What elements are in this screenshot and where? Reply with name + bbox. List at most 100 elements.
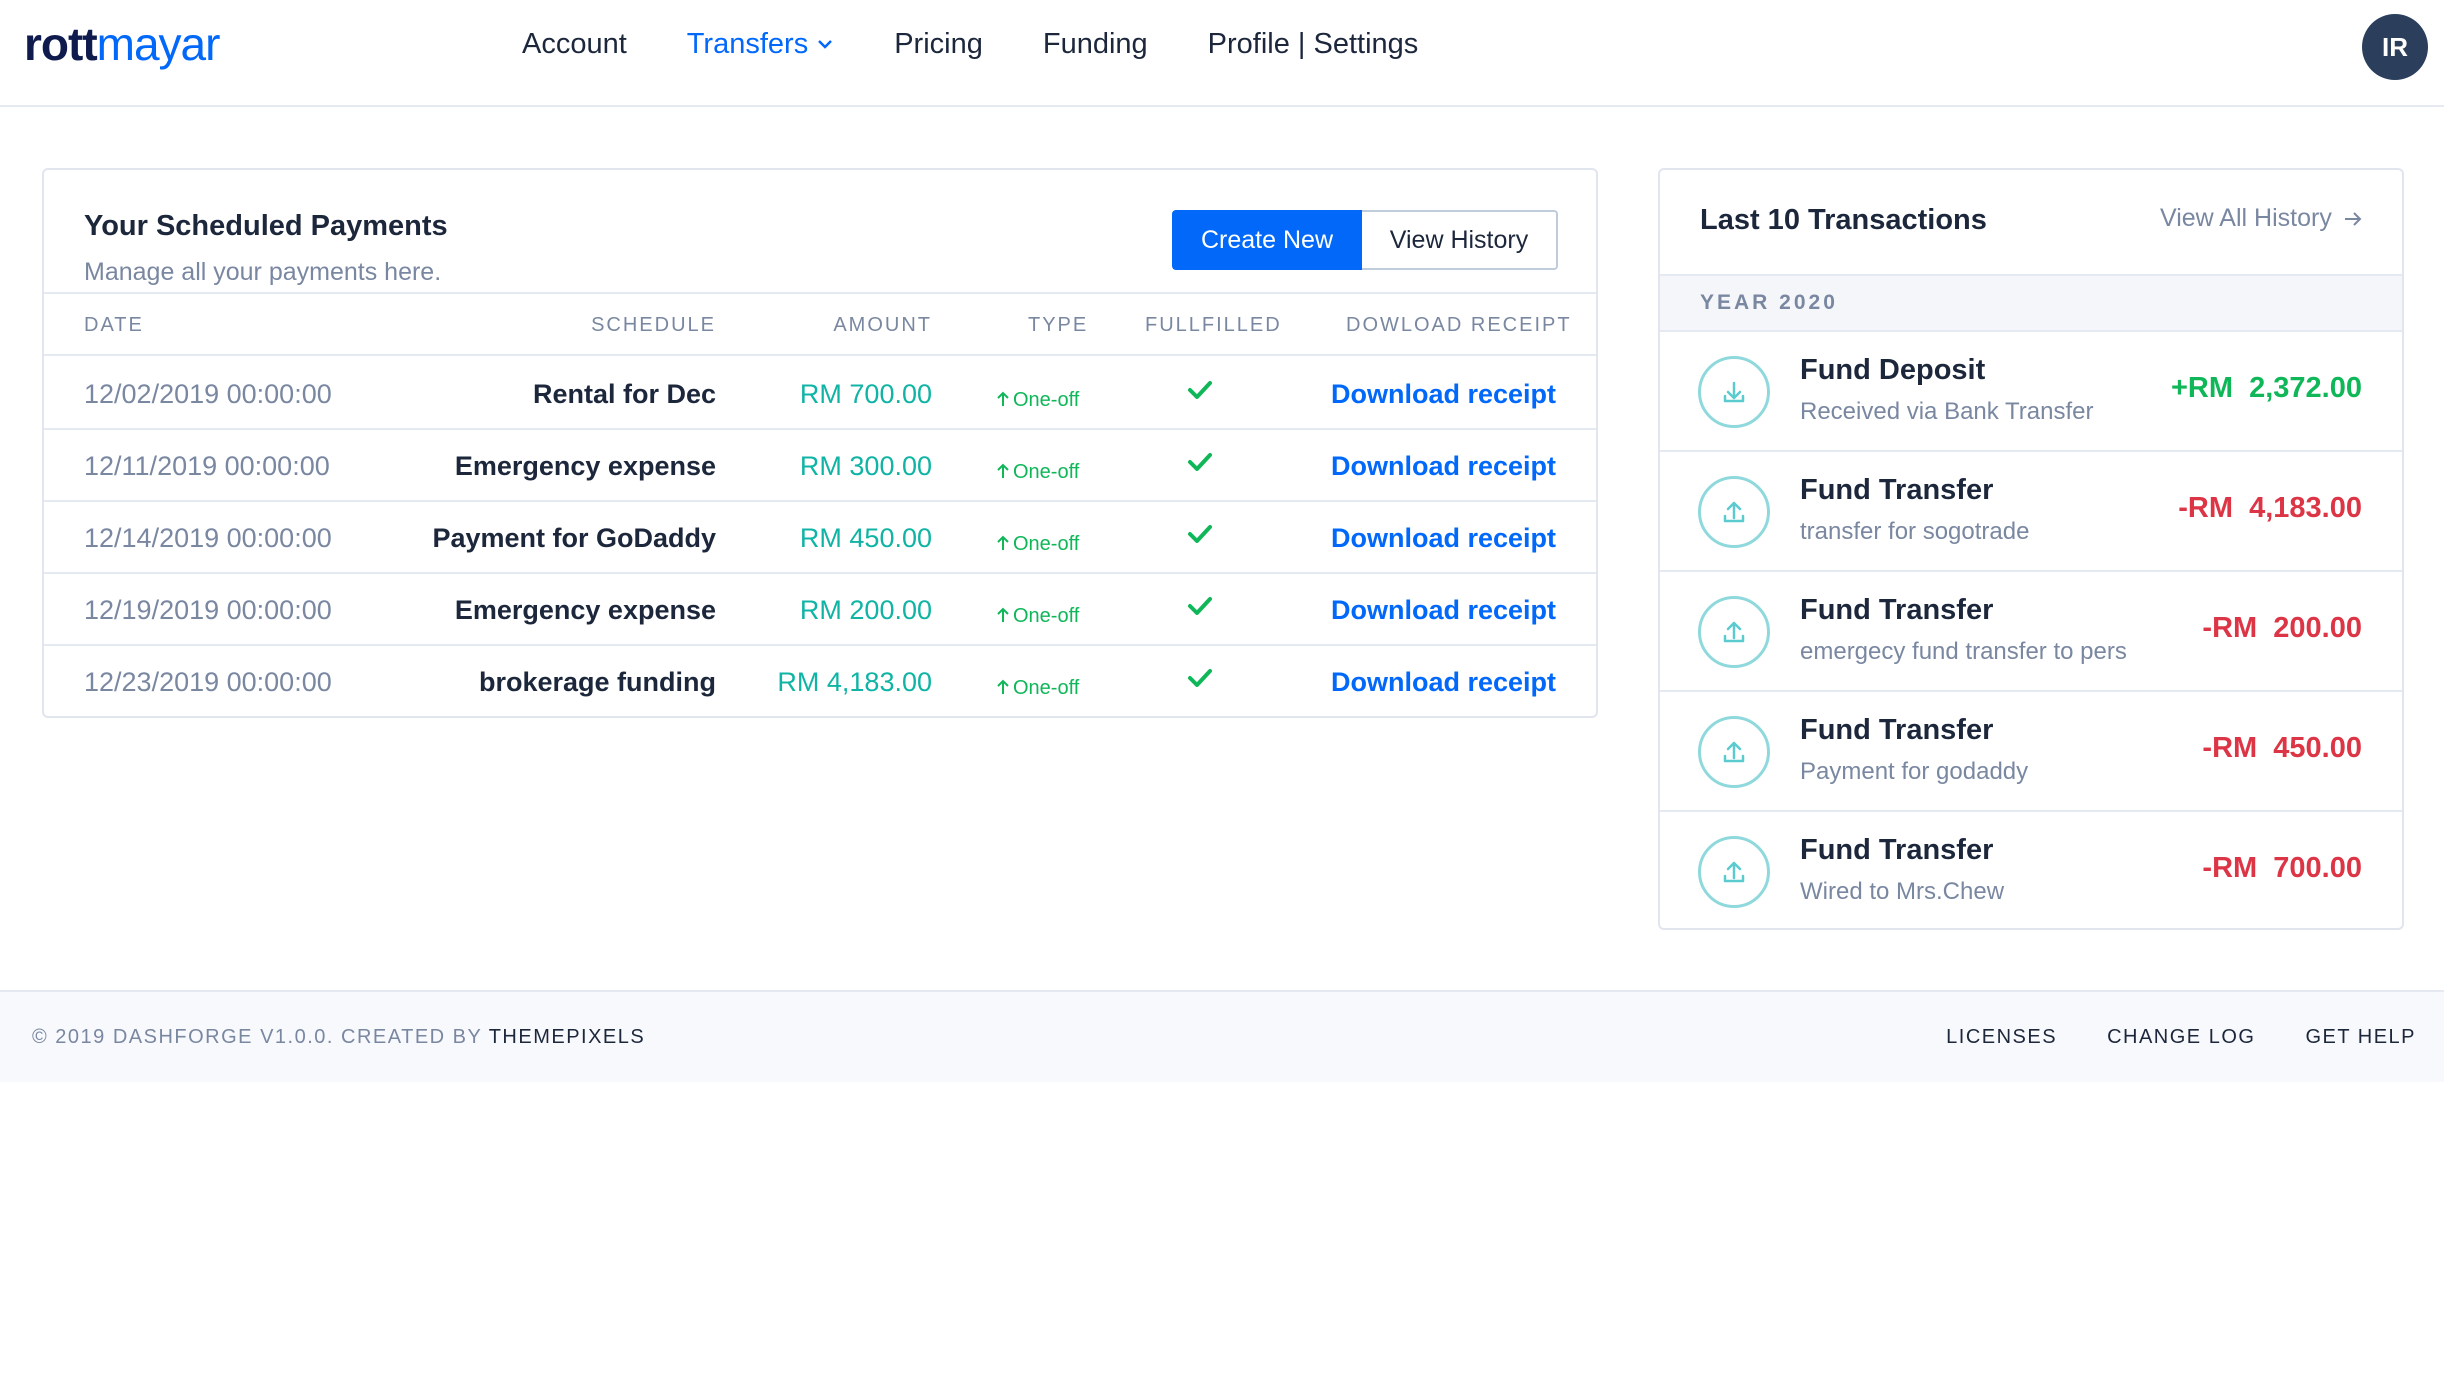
transaction-item[interactable]: Fund Deposit Received via Bank Transfer +R…	[1660, 332, 2402, 452]
row-schedule: brokerage funding	[478, 667, 716, 697]
row-date: 12/14/2019 00:00:00	[84, 523, 332, 553]
transaction-description: Payment for godaddy	[1800, 758, 2029, 785]
download-receipt-link[interactable]: Download receipt	[1331, 520, 1556, 556]
transaction-amount: -RM 4,183.00	[2178, 492, 2362, 524]
table-row: 12/23/2019 00:00:00 brokerage funding RM 4…	[44, 646, 1596, 718]
check-icon	[1186, 448, 1214, 485]
nav-item-pricing[interactable]: Pricing	[894, 24, 983, 64]
transaction-item[interactable]: Fund Transfer Payment for godaddy -RM 450.…	[1660, 692, 2402, 812]
user-avatar[interactable]: IR	[2362, 14, 2428, 80]
transaction-name: Fund Deposit	[1800, 354, 1986, 386]
row-type: One-off	[996, 526, 1079, 562]
table-row: 12/19/2019 00:00:00 Emergency expense RM 2…	[44, 574, 1596, 646]
arrow-up-icon	[997, 535, 1009, 550]
row-type: One-off	[996, 382, 1079, 418]
footer-link-licenses[interactable]: LICENSES	[1946, 1026, 2057, 1049]
transactions-card: Last 10 Transactions View All History YE…	[1658, 168, 2404, 930]
arrow-up-icon	[997, 391, 1009, 406]
row-type: One-off	[996, 454, 1079, 490]
table-row: 12/14/2019 00:00:00 Payment for GoDaddy RM…	[44, 502, 1596, 574]
column-header-receipt[interactable]: DOWLOAD RECEIPT	[1346, 314, 1572, 337]
row-type-label: One-off	[1013, 533, 1080, 555]
download-receipt-link[interactable]: Download receipt	[1331, 448, 1556, 484]
chevron-down-icon	[818, 40, 833, 49]
transactions-title: Last 10 Transactions	[1700, 204, 1987, 236]
check-icon	[1186, 592, 1214, 629]
scheduled-actions: Create New View History	[1172, 210, 1558, 270]
download-receipt-link[interactable]: Download receipt	[1331, 592, 1556, 628]
scheduled-payments-title: Your Scheduled Payments	[84, 210, 448, 242]
main-nav: Account Transfers Pricing Funding Profil…	[522, 24, 1478, 64]
check-icon	[1186, 664, 1214, 701]
view-all-history-link[interactable]: View All History	[2160, 204, 2364, 233]
row-schedule: Rental for Dec	[532, 379, 716, 409]
transaction-item[interactable]: Fund Transfer emergecy fund transfer to p…	[1660, 572, 2402, 692]
footer-link-change-log[interactable]: CHANGE LOG	[2107, 1026, 2255, 1049]
row-type: One-off	[996, 670, 1079, 706]
nav-item-profile-settings[interactable]: Profile | Settings	[1208, 24, 1419, 64]
row-date: 12/23/2019 00:00:00	[84, 667, 332, 697]
footer-creator-link[interactable]: THEMEPIXELS	[489, 1026, 646, 1048]
row-type: One-off	[996, 598, 1079, 634]
column-header-fulfilled[interactable]: FULLFILLED	[1145, 314, 1282, 337]
download-receipt-link[interactable]: Download receipt	[1331, 664, 1556, 700]
arrow-up-icon	[997, 463, 1009, 478]
transaction-description: Received via Bank Transfer	[1800, 398, 2094, 425]
upload-icon	[1698, 476, 1770, 548]
arrow-right-icon	[2344, 211, 2362, 226]
scheduled-payments-card: Your Scheduled Payments Manage all your …	[42, 168, 1598, 718]
row-amount: RM 300.00	[799, 451, 932, 481]
row-date: 12/11/2019 00:00:00	[84, 451, 330, 481]
row-schedule: Emergency expense	[454, 595, 716, 625]
transaction-description: emergecy fund transfer to pers	[1800, 638, 2127, 665]
row-date: 12/19/2019 00:00:00	[84, 595, 332, 625]
table-row: 12/02/2019 00:00:00 Rental for Dec RM 700.…	[44, 358, 1596, 430]
transaction-name: Fund Transfer	[1800, 594, 1994, 626]
row-type-label: One-off	[1013, 389, 1080, 411]
transaction-item[interactable]: Fund Transfer Wired to Mrs.Chew -RM 700.00	[1660, 812, 2402, 932]
transaction-description: transfer for sogotrade	[1800, 518, 2030, 545]
transaction-name: Fund Transfer	[1800, 834, 1994, 866]
footer-links: LICENSES CHANGE LOG GET HELP	[1896, 1026, 2416, 1049]
download-receipt-link[interactable]: Download receipt	[1331, 376, 1556, 412]
year-group-label: YEAR 2020	[1660, 274, 2402, 332]
nav-item-funding[interactable]: Funding	[1043, 24, 1148, 64]
upload-icon	[1698, 836, 1770, 908]
transaction-amount: +RM 2,372.00	[2170, 372, 2362, 404]
scheduled-payments-subtitle: Manage all your payments here.	[84, 258, 442, 286]
table-header: DATE SCHEDULE AMOUNT TYPE FULLFILLED DOW…	[44, 292, 1596, 356]
column-header-date[interactable]: DATE	[84, 314, 144, 337]
transaction-name: Fund Transfer	[1800, 474, 1994, 506]
nav-item-transfers[interactable]: Transfers	[687, 24, 834, 64]
row-schedule: Emergency expense	[454, 451, 716, 481]
arrow-up-icon	[997, 679, 1009, 694]
transaction-name: Fund Transfer	[1800, 714, 1994, 746]
upload-icon	[1698, 716, 1770, 788]
row-schedule: Payment for GoDaddy	[432, 523, 716, 553]
row-amount: RM 4,183.00	[777, 667, 932, 697]
row-type-label: One-off	[1013, 461, 1080, 483]
row-type-label: One-off	[1013, 605, 1080, 627]
column-header-amount[interactable]: AMOUNT	[833, 314, 932, 337]
brand-logo[interactable]: rottmayar	[24, 16, 220, 72]
transaction-description: Wired to Mrs.Chew	[1800, 878, 2005, 905]
create-new-button[interactable]: Create New	[1172, 210, 1362, 270]
row-amount: RM 450.00	[799, 523, 932, 553]
transaction-amount: -RM 450.00	[2202, 732, 2362, 764]
table-row: 12/11/2019 00:00:00 Emergency expense RM 3…	[44, 430, 1596, 502]
arrow-up-icon	[997, 607, 1009, 622]
view-history-button[interactable]: View History	[1362, 210, 1558, 270]
row-amount: RM 700.00	[799, 379, 932, 409]
transaction-amount: -RM 700.00	[2202, 852, 2362, 884]
column-header-type[interactable]: TYPE	[1028, 314, 1088, 337]
top-header: rottmayar Account Transfers Pricing Fund…	[0, 0, 2444, 107]
row-type-label: One-off	[1013, 677, 1080, 699]
upload-icon	[1698, 596, 1770, 668]
footer-link-get-help[interactable]: GET HELP	[2305, 1026, 2416, 1049]
nav-item-account[interactable]: Account	[522, 24, 627, 64]
column-header-schedule[interactable]: SCHEDULE	[591, 314, 716, 337]
transaction-amount: -RM 200.00	[2202, 612, 2362, 644]
check-icon	[1186, 520, 1214, 557]
check-icon	[1186, 376, 1214, 413]
transaction-item[interactable]: Fund Transfer transfer for sogotrade -RM 4…	[1660, 452, 2402, 572]
